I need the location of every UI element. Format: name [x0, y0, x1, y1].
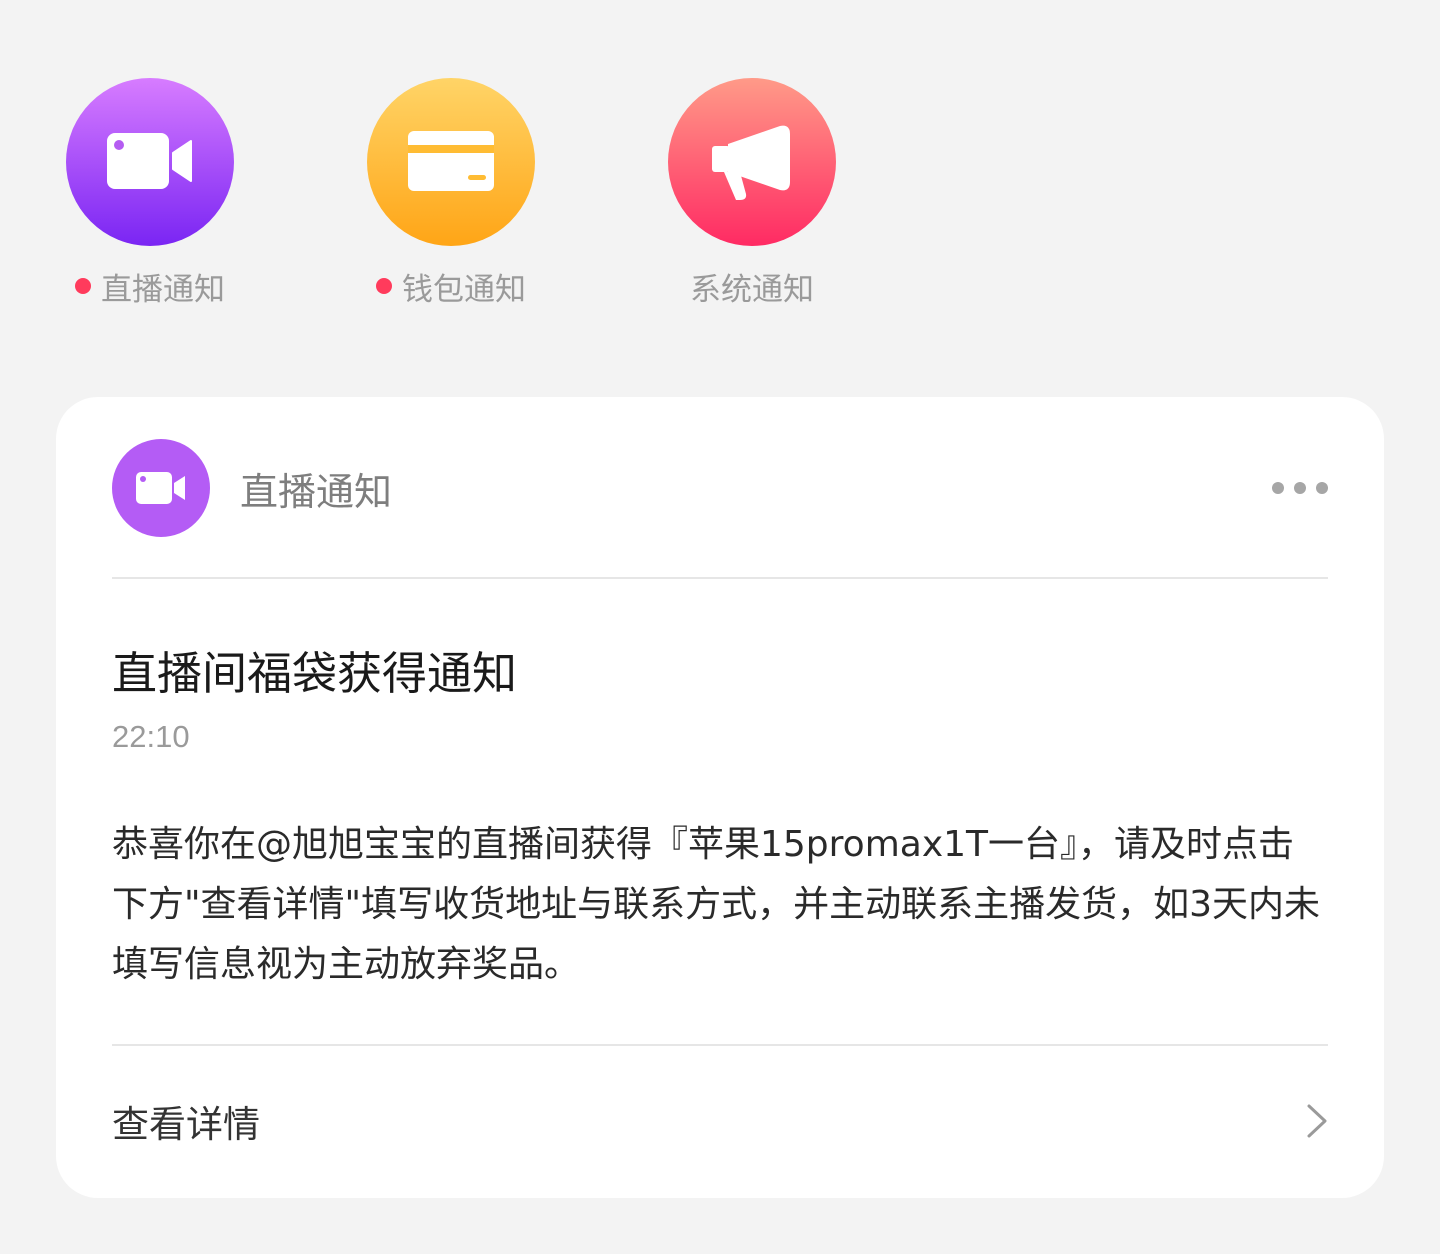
source-avatar [112, 439, 210, 537]
message-title: 直播间福袋获得通知 [112, 647, 518, 700]
unread-dot [75, 278, 91, 294]
divider [112, 1044, 1328, 1046]
live-category-label-row: 直播通知 [75, 266, 225, 308]
view-details-label: 查看详情 [112, 1103, 260, 1146]
view-details-button[interactable]: 查看详情 [112, 1087, 1328, 1155]
card-source-title: 直播通知 [240, 469, 393, 514]
system-category-label-row: 系统通知 [690, 266, 814, 308]
card-header: 直播通知 [112, 439, 1328, 537]
more-dots-icon[interactable] [1272, 482, 1328, 494]
category-system-notice[interactable]: 系统通知 [668, 78, 836, 308]
system-category-icon-circle[interactable] [668, 78, 836, 246]
unread-dot [376, 278, 392, 294]
wallet-card-icon [408, 131, 494, 191]
system-category-label: 系统通知 [690, 271, 814, 308]
video-camera-icon [136, 472, 185, 504]
notification-card[interactable]: 直播通知 直播间福袋获得通知 22:10 恭喜你在@旭旭宝宝的直播间获得『苹果1… [56, 397, 1384, 1198]
video-camera-icon [107, 133, 192, 189]
category-wallet-notice[interactable]: 钱包通知 [367, 78, 535, 308]
message-body: 恭喜你在@旭旭宝宝的直播间获得『苹果15promax1T一台』，请及时点击下方"… [112, 824, 1321, 985]
category-live-notice[interactable]: 直播通知 [66, 78, 234, 308]
wallet-category-label: 钱包通知 [402, 271, 526, 308]
wallet-category-label-row: 钱包通知 [376, 266, 526, 308]
live-category-icon-circle[interactable] [66, 78, 234, 246]
live-category-label: 直播通知 [101, 271, 225, 308]
wallet-category-icon-circle[interactable] [367, 78, 535, 246]
megaphone-icon [712, 125, 790, 200]
message-time: 22:10 [112, 719, 190, 754]
divider [112, 577, 1328, 579]
chevron-right-icon [1307, 1104, 1327, 1138]
